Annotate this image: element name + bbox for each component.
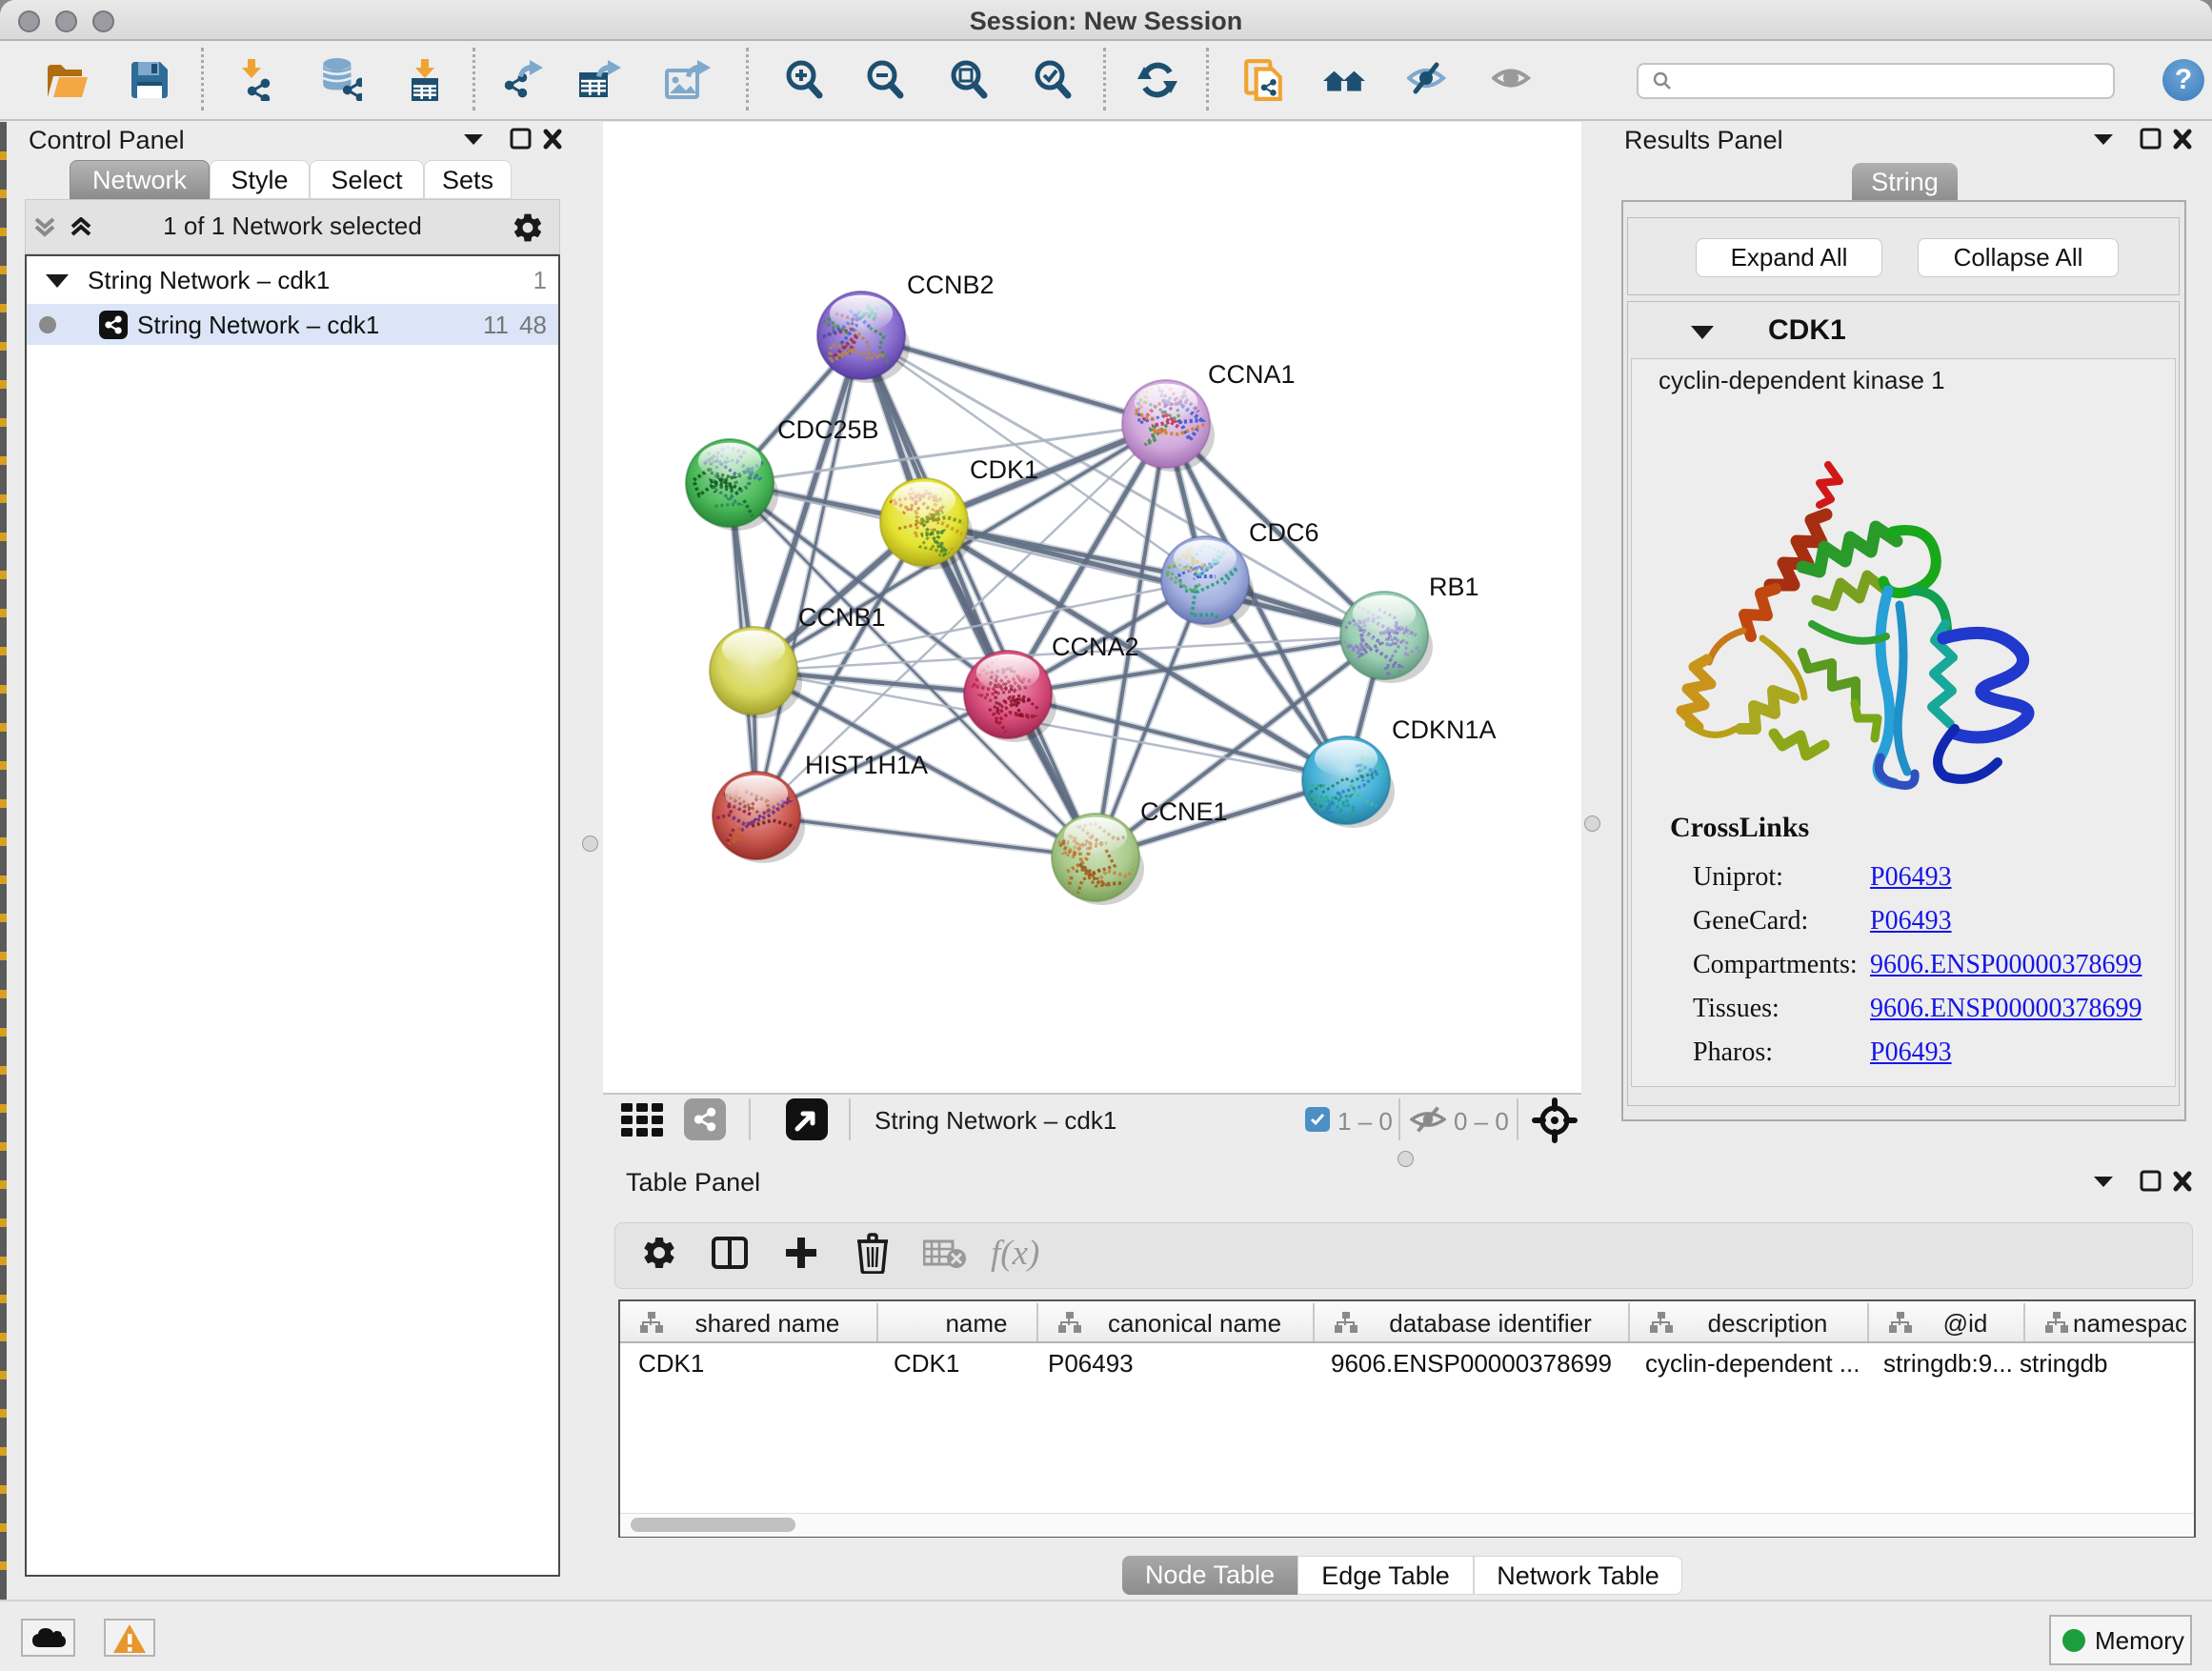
- svg-text:HIST1H1A: HIST1H1A: [805, 751, 928, 779]
- svg-text:CDKN1A: CDKN1A: [1392, 715, 1497, 744]
- svg-text:CDK1: CDK1: [970, 455, 1038, 484]
- svg-text:CCNA2: CCNA2: [1052, 633, 1139, 661]
- svg-text:CDC25B: CDC25B: [777, 415, 879, 444]
- svg-text:RB1: RB1: [1429, 573, 1479, 601]
- svg-text:CCNB2: CCNB2: [907, 271, 995, 299]
- svg-text:CCNB1: CCNB1: [798, 603, 886, 632]
- svg-text:CCNE1: CCNE1: [1140, 797, 1228, 826]
- svg-text:CCNA1: CCNA1: [1208, 360, 1296, 389]
- svg-text:CDC6: CDC6: [1249, 518, 1319, 547]
